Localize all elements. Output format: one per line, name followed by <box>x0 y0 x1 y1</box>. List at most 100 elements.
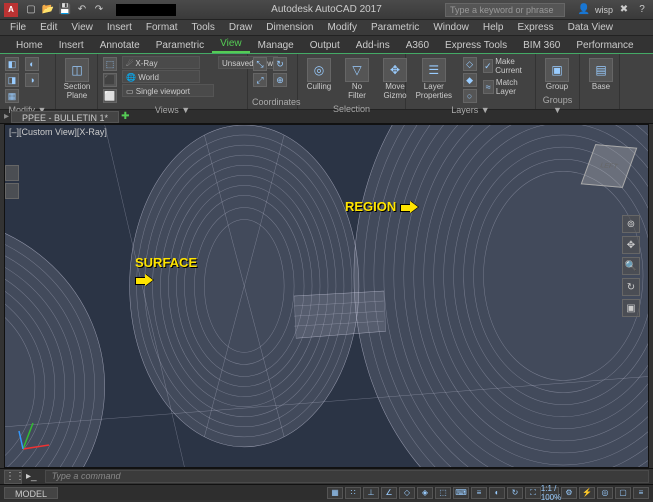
zoom-level[interactable]: 1:1 / 100% <box>543 487 559 499</box>
left-tab-2[interactable] <box>5 183 19 199</box>
help-icon[interactable]: ? <box>635 3 649 17</box>
coord-btn-1[interactable]: ⤡ <box>252 56 268 72</box>
viewport[interactable]: [–][Custom View][X-Ray] <box>4 124 649 468</box>
coord-btn-4[interactable]: ⊕ <box>272 72 288 88</box>
customize-icon[interactable]: ≡ <box>633 487 649 499</box>
menu-express[interactable]: Express <box>511 22 559 33</box>
tab-a360[interactable]: A360 <box>398 38 437 53</box>
tab-insert[interactable]: Insert <box>51 38 92 53</box>
3dosnap-toggle-icon[interactable]: ◈ <box>417 487 433 499</box>
base-button[interactable]: ▤Base <box>584 56 618 94</box>
ortho-toggle-icon[interactable]: ⊥ <box>363 487 379 499</box>
command-input[interactable]: Type a command <box>45 470 649 483</box>
polar-toggle-icon[interactable]: ∠ <box>381 487 397 499</box>
cmdline-grip-icon[interactable]: ⋮⋮ <box>4 470 22 484</box>
dyn-input-icon[interactable]: ⌨ <box>453 487 469 499</box>
layer-1[interactable]: ◇ <box>462 56 478 72</box>
menu-file[interactable]: File <box>4 22 32 33</box>
panel-groups-title[interactable]: Groups ▼ <box>540 95 575 115</box>
menu-format[interactable]: Format <box>140 22 184 33</box>
menu-insert[interactable]: Insert <box>101 22 138 33</box>
culling-button[interactable]: ◎Culling <box>302 56 336 94</box>
undo-icon[interactable]: ↶ <box>75 3 89 17</box>
viewport-config-dropdown[interactable]: ▭ Single viewport <box>122 84 214 97</box>
tab-express[interactable]: Express Tools <box>437 38 515 53</box>
annotation-scale-icon[interactable]: ⛶ <box>525 487 541 499</box>
zoom-icon[interactable]: 🔍 <box>622 257 640 275</box>
modify-btn-5[interactable]: ◑ <box>24 72 40 88</box>
tab-annotate[interactable]: Annotate <box>92 38 148 53</box>
menu-edit[interactable]: Edit <box>34 22 63 33</box>
cmdline-arrow-icon[interactable]: ▸_ <box>22 471 41 482</box>
open-icon[interactable]: 📂 <box>41 3 55 17</box>
group-button[interactable]: ▣Group <box>540 56 574 94</box>
drawing-tab[interactable]: PPEE - BULLETIN 1* <box>11 111 119 123</box>
coord-btn-3[interactable]: ↻ <box>272 56 288 72</box>
arrow-icon <box>400 201 418 213</box>
hardware-accel-icon[interactable]: ⚡ <box>579 487 595 499</box>
tab-bim360[interactable]: BIM 360 <box>515 38 568 53</box>
tab-view[interactable]: View <box>212 36 250 53</box>
isolate-icon[interactable]: ◎ <box>597 487 613 499</box>
start-tab-icon[interactable]: ▸ <box>4 111 9 122</box>
modify-btn-1[interactable]: ◧ <box>4 56 20 72</box>
make-current-button[interactable]: ✓Make Current <box>482 56 531 76</box>
orbit-icon[interactable]: ↻ <box>622 278 640 296</box>
infocenter-search-input[interactable]: Type a keyword or phrase <box>445 3 565 17</box>
redo-icon[interactable]: ↷ <box>92 3 106 17</box>
section-plane-button[interactable]: ◫ Section Plane <box>60 56 94 103</box>
modify-btn-4[interactable]: ◐ <box>24 56 40 72</box>
signin-icon[interactable]: 👤 <box>577 3 591 17</box>
workspace-icon[interactable]: ⚙ <box>561 487 577 499</box>
lineweight-icon[interactable]: ≡ <box>471 487 487 499</box>
tab-home[interactable]: Home <box>8 38 51 53</box>
nav-btn-3[interactable]: ⬜ <box>102 88 118 104</box>
status-bar: MODEL ▦ ∷ ⊥ ∠ ◇ ◈ ⬚ ⌨ ≡ ◐ ↻ ⛶ 1:1 / 100%… <box>0 484 653 500</box>
app-icon[interactable]: A <box>4 3 18 17</box>
nav-btn-2[interactable]: ⬛ <box>102 72 118 88</box>
annotation-surface-label: SURFACE <box>135 255 197 270</box>
menu-dataview[interactable]: Data View <box>562 22 619 33</box>
nav-btn-1[interactable]: ⬚ <box>102 56 118 72</box>
ucs-dropdown[interactable]: 🌐 World <box>122 70 200 83</box>
menu-tools[interactable]: Tools <box>186 22 221 33</box>
menu-modify[interactable]: Modify <box>322 22 363 33</box>
match-layer-button[interactable]: ≈Match Layer <box>482 77 531 97</box>
exchange-icon[interactable]: ✖ <box>617 3 631 17</box>
new-icon[interactable]: ▢ <box>24 3 38 17</box>
panel-layers-title[interactable]: Layers ▼ <box>410 105 531 115</box>
steering-wheel-icon[interactable]: ⊚ <box>622 215 640 233</box>
osnap-toggle-icon[interactable]: ◇ <box>399 487 415 499</box>
save-icon[interactable]: 💾 <box>58 3 72 17</box>
transparency-icon[interactable]: ◐ <box>489 487 505 499</box>
snap-toggle-icon[interactable]: ∷ <box>345 487 361 499</box>
menu-help[interactable]: Help <box>477 22 510 33</box>
left-tab-1[interactable] <box>5 165 19 181</box>
menu-draw[interactable]: Draw <box>223 22 258 33</box>
coord-btn-2[interactable]: ⤢ <box>252 72 268 88</box>
showmotion-icon[interactable]: ▣ <box>622 299 640 317</box>
tab-output[interactable]: Output <box>302 38 348 53</box>
menu-parametric[interactable]: Parametric <box>365 22 425 33</box>
visual-style-dropdown[interactable]: ☄ X-Ray <box>122 56 200 69</box>
layer-3[interactable]: ○ <box>462 88 478 104</box>
modify-btn-3[interactable]: ▦ <box>4 88 20 104</box>
layer-properties-button[interactable]: ☰Layer Properties <box>410 56 458 103</box>
tab-performance[interactable]: Performance <box>568 38 641 53</box>
tab-addins[interactable]: Add-ins <box>348 38 398 53</box>
no-filter-button[interactable]: ▽No Filter <box>340 56 374 103</box>
cycling-icon[interactable]: ↻ <box>507 487 523 499</box>
tab-parametric[interactable]: Parametric <box>148 38 212 53</box>
new-tab-icon[interactable]: ✚ <box>121 111 129 122</box>
menu-window[interactable]: Window <box>427 22 475 33</box>
grid-toggle-icon[interactable]: ▦ <box>327 487 343 499</box>
model-tab[interactable]: MODEL <box>4 487 58 499</box>
dynamic-ucs-icon[interactable]: ⬚ <box>435 487 451 499</box>
modify-btn-2[interactable]: ◨ <box>4 72 20 88</box>
menu-dimension[interactable]: Dimension <box>260 22 319 33</box>
layer-2[interactable]: ◆ <box>462 72 478 88</box>
menu-view[interactable]: View <box>65 22 99 33</box>
pan-icon[interactable]: ✥ <box>622 236 640 254</box>
clean-screen-icon[interactable]: ▢ <box>615 487 631 499</box>
tab-manage[interactable]: Manage <box>250 38 302 53</box>
